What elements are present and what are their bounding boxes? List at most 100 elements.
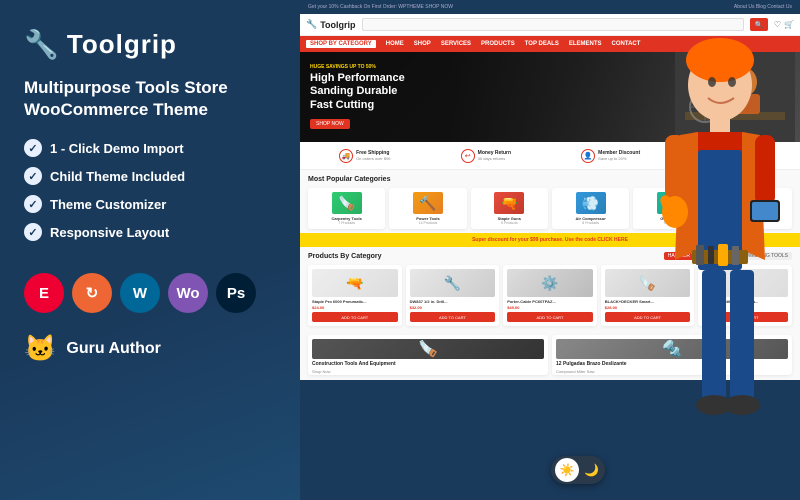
products-section: Products By Category HAMMER T... AIR TOO… (300, 247, 800, 330)
product-name-4: BLACK+DECKER Smart... (605, 299, 691, 304)
product-card-5[interactable]: 🔨 Dewalt DWE402 with 5-Amp... $19.00 ADD… (698, 265, 792, 326)
preview-hero: HUGE SAVINGS UP TO 50% High Performance … (300, 52, 800, 142)
category-img-compressor: 💨 (576, 192, 606, 214)
shipping-icon: 🚚 (339, 149, 353, 163)
preview-wrapper: Get your 10% Cashback On First Order: WP… (300, 0, 800, 380)
product-img-2: 🔧 (410, 269, 496, 297)
logo-icon: 🔧 (24, 28, 59, 61)
hero-title-line3: Fast Cutting (310, 99, 405, 112)
product-tab-welding[interactable]: WELDING TOOLS (743, 252, 793, 260)
category-count-staple: 5 Products (501, 221, 518, 225)
product-price-4: $28.00 (605, 305, 691, 310)
heart-icon: ♡ (774, 20, 781, 29)
photoshop-badge[interactable]: Ps (216, 273, 256, 313)
add-to-cart-5[interactable]: ADD TO CART (702, 312, 788, 322)
topbar-links: About Us Blog Contact Us (734, 4, 792, 10)
hero-text-block: HUGE SAVINGS UP TO 50% High Performance … (310, 64, 405, 130)
categories-grid: 🪚 Carpentry Tools 7 Products 🔨 Power Too… (308, 188, 792, 229)
category-carpentry[interactable]: 🪚 Carpentry Tools 7 Products (308, 188, 385, 229)
categories-section: Most Popular Categories 🪚 Carpentry Tool… (300, 170, 800, 233)
preview-nav-logo: 🔧 Toolgrip (306, 19, 356, 30)
preview-nav-icons: ♡ 🛒 (774, 20, 794, 29)
category-img-grinder: ⚙️ (657, 192, 687, 214)
category-compressor[interactable]: 💨 Air Compressor 8 Products (552, 188, 629, 229)
category-img-carpentry: 🪚 (332, 192, 362, 214)
benefit-member: 👤 Member Discount Save up to 20% (581, 149, 640, 163)
toggle-moon-icon: 🌙 (584, 463, 599, 477)
menu-item-home: HOME (386, 41, 404, 47)
product-price-3: $45.00 (507, 305, 593, 310)
feature-label-4: Responsive Layout (50, 225, 169, 240)
benefit-offers-sub: Exclusive deals (727, 156, 761, 161)
add-to-cart-1[interactable]: ADD TO CART (312, 312, 398, 322)
category-power[interactable]: 🔨 Power Tools 14 Products (389, 188, 466, 229)
category-count-carpentry: 7 Products (338, 221, 355, 225)
woocommerce-badge[interactable]: Wo (168, 273, 208, 313)
member-icon: 👤 (581, 149, 595, 163)
customizer-badge[interactable]: ↻ (72, 273, 112, 313)
tagline-line2: WooCommerce Theme (24, 99, 276, 121)
product-name-1: Staple Pro 6000 Pneumatic... (312, 299, 398, 304)
feature-item-1: ✓ 1 - Click Demo Import (24, 139, 276, 157)
products-grid: 🔫 Staple Pro 6000 Pneumatic... $24.00 AD… (308, 265, 792, 326)
benefit-shipping: 🚚 Free Shipping On orders over $99 (339, 149, 390, 163)
wordpress-badge[interactable]: W (120, 273, 160, 313)
add-to-cart-4[interactable]: ADD TO CART (605, 312, 691, 322)
products-tabs: HAMMER T... AIR TOOLS WELDING TOOLS (664, 252, 792, 260)
add-to-cart-3[interactable]: ADD TO CART (507, 312, 593, 322)
add-to-cart-2[interactable]: ADD TO CART (410, 312, 496, 322)
feature-item-3: ✓ Theme Customizer (24, 195, 276, 213)
promo-text: Super discount for your $99 purchase. Us… (472, 237, 596, 243)
product-card-4[interactable]: 🪚 BLACK+DECKER Smart... $28.00 ADD TO CA… (601, 265, 695, 326)
product-img-5: 🔨 (702, 269, 788, 297)
category-air[interactable]: 🔩 Air Tools 6 Products (715, 188, 792, 229)
product-name-5: Dewalt DWE402 with 5-Amp... (702, 299, 788, 304)
hero-title-line1: High Performance (310, 72, 405, 85)
feature-label-1: 1 - Click Demo Import (50, 141, 184, 156)
products-title: Products By Category (308, 253, 382, 260)
right-panel: Get your 10% Cashback On First Order: WP… (300, 0, 800, 500)
bottom-cards: 🪚 Construction Tools And Equipment Shop … (300, 330, 800, 380)
check-icon-3: ✓ (24, 195, 42, 213)
offers-icon: ⭐ (710, 149, 724, 163)
check-icon-2: ✓ (24, 167, 42, 185)
product-card-1[interactable]: 🔫 Staple Pro 6000 Pneumatic... $24.00 AD… (308, 265, 402, 326)
preview-search-btn: 🔍 (750, 18, 768, 31)
menu-item-contact: CONTACT (612, 41, 641, 47)
bottom-card-title-2: 12 Pulgadas Brazo Deslizante (556, 361, 788, 367)
product-img-4: 🪚 (605, 269, 691, 297)
product-card-3[interactable]: ⚙️ Porter-Cable PC60TPAZ... $45.00 ADD T… (503, 265, 597, 326)
product-tab-hammer[interactable]: HAMMER T... (664, 252, 702, 260)
left-panel: 🔧 Toolgrip Multipurpose Tools Store WooC… (0, 0, 300, 500)
guru-row: 🐱 Guru Author (24, 333, 276, 364)
elementor-badge[interactable]: E (24, 273, 64, 313)
category-grinder[interactable]: ⚙️ Grinder Saw 9 Products (633, 188, 710, 229)
bottom-card-2[interactable]: 🔩 12 Pulgadas Brazo Deslizante Compound … (552, 335, 792, 375)
benefit-return: ↩ Money Return 30 days returns (461, 149, 511, 163)
bottom-card-1[interactable]: 🪚 Construction Tools And Equipment Shop … (308, 335, 548, 375)
preview-benefits: 🚚 Free Shipping On orders over $99 ↩ Mon… (300, 142, 800, 170)
preview-topbar: Get your 10% Cashback On First Order: WP… (300, 0, 800, 14)
product-tab-air[interactable]: AIR TOOLS (705, 252, 740, 260)
hero-title-line2: Sanding Durable (310, 85, 405, 98)
promo-banner: Super discount for your $99 purchase. Us… (300, 233, 800, 247)
feature-item-4: ✓ Responsive Layout (24, 223, 276, 241)
product-name-3: Porter-Cable PC60TPAZ... (507, 299, 593, 304)
preview-logo-text: Toolgrip (320, 20, 355, 30)
promo-code-link[interactable]: CLICK HERE (597, 237, 628, 243)
category-img-staple: 🔫 (494, 192, 524, 214)
benefit-return-sub: 30 days returns (478, 156, 511, 161)
bottom-card-img-2: 🔩 (556, 339, 788, 359)
product-card-2[interactable]: 🔧 DW837 1/2 in. Drill... $32.00 ADD TO C… (406, 265, 500, 326)
preview-menubar: SHOP BY CATEGORY HOME SHOP SERVICES PROD… (300, 36, 800, 52)
menu-item-shop: SHOP BY CATEGORY (306, 40, 376, 48)
tagline-line1: Multipurpose Tools Store (24, 77, 276, 99)
hero-cta-button[interactable]: SHOP NOW (310, 119, 350, 129)
product-price-5: $19.00 (702, 305, 788, 310)
dark-mode-toggle[interactable]: ☀️ 🌙 (551, 456, 605, 484)
category-count-compressor: 8 Products (582, 221, 599, 225)
category-count-grinder: 9 Products (664, 221, 681, 225)
menu-item-elements: ELEMENTS (569, 41, 602, 47)
preview-search (362, 18, 744, 31)
category-staple[interactable]: 🔫 Staple Guns 5 Products (471, 188, 548, 229)
